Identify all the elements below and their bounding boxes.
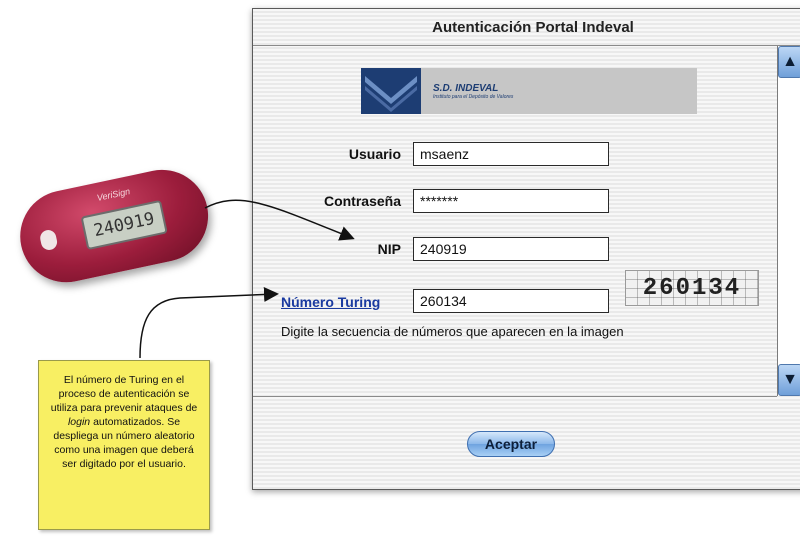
- turing-explanation-note: El número de Turing en el proceso de aut…: [38, 360, 210, 530]
- note-text-italic: login: [67, 416, 91, 428]
- captcha-hint: Digite la secuencia de números que apare…: [281, 324, 624, 339]
- note-text-1: El número de Turing en el proceso de aut…: [50, 374, 198, 414]
- indeval-logo-mark: [361, 68, 421, 114]
- scroll-up-icon[interactable]: ▲: [778, 46, 800, 78]
- logo-subtitle: Instituto para el Depósito de Valores: [433, 93, 514, 100]
- password-field[interactable]: [413, 189, 609, 213]
- indeval-logo: S.D. INDEVAL Instituto para el Depósito …: [361, 68, 697, 114]
- verisign-token-device: VeriSign 240919: [11, 161, 219, 298]
- captcha-image: 260134: [625, 270, 759, 306]
- nip-label: NIP: [377, 241, 401, 257]
- auth-window: Autenticación Portal Indeval S.D. INDEVA…: [252, 8, 800, 490]
- usuario-field[interactable]: [413, 142, 609, 166]
- form-content: S.D. INDEVAL Instituto para el Depósito …: [253, 46, 777, 397]
- vertical-scrollbar[interactable]: ▲ ▼: [777, 46, 800, 396]
- logo-name: S.D. INDEVAL: [433, 82, 499, 94]
- turing-number-link[interactable]: Número Turing: [281, 294, 380, 310]
- contrasena-label: Contraseña: [323, 193, 401, 209]
- scroll-down-icon[interactable]: ▼: [778, 364, 800, 396]
- turing-number-field[interactable]: [413, 289, 609, 313]
- nip-field[interactable]: [413, 237, 609, 261]
- usuario-label: Usuario: [348, 146, 401, 162]
- window-title: Autenticación Portal Indeval: [253, 9, 800, 46]
- accept-button[interactable]: Aceptar: [467, 431, 555, 457]
